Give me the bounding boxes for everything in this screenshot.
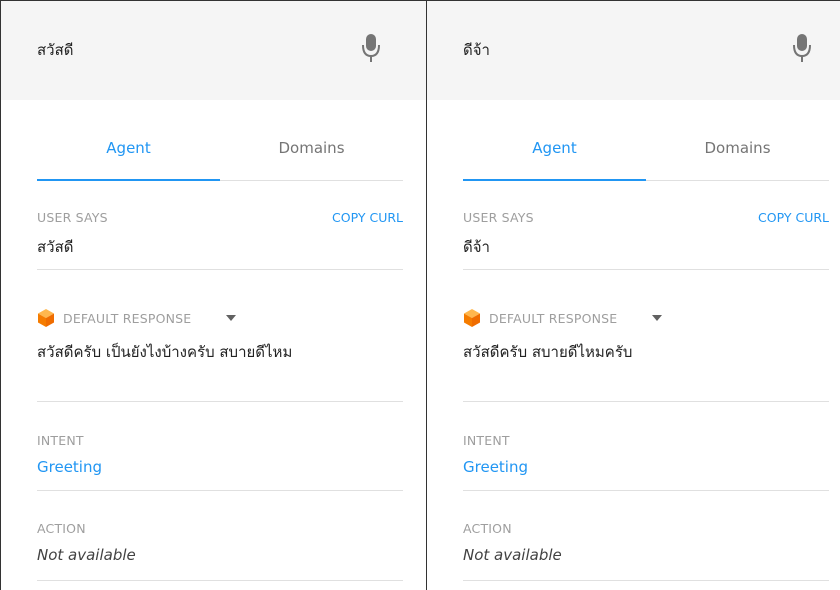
result-tabs: Agent Domains — [37, 127, 403, 181]
tab-domains[interactable]: Domains — [646, 127, 829, 181]
default-response-section: DEFAULT RESPONSE สวัสดีครับ เป็นยังไงบ้า… — [37, 308, 403, 402]
action-value: Not available — [37, 546, 136, 564]
tab-agent[interactable]: Agent — [37, 127, 220, 181]
default-response-label: DEFAULT RESPONSE — [63, 310, 192, 326]
active-tab-indicator — [463, 179, 646, 181]
query-text[interactable]: สวัสดี — [37, 38, 73, 62]
copy-curl-button[interactable]: COPY CURL — [332, 210, 403, 225]
action-label: ACTION — [37, 521, 86, 536]
user-says-text: สวัสดี — [37, 238, 74, 256]
default-response-text: สวัสดีครับ เป็นยังไงบ้างครับ สบายดีไหม — [37, 343, 293, 361]
default-response-text: สวัสดีครับ สบายดีไหมครับ — [463, 343, 633, 361]
orange-cube-icon — [464, 309, 480, 327]
action-section: ACTION Not available — [37, 521, 403, 581]
mic-icon[interactable] — [361, 31, 381, 65]
action-section: ACTION Not available — [463, 521, 829, 581]
query-text[interactable]: ดีจ้า — [463, 38, 490, 62]
caret-down-icon[interactable] — [651, 314, 663, 322]
intent-section: INTENT Greeting — [463, 433, 829, 491]
query-bar[interactable]: สวัสดี — [1, 0, 426, 100]
caret-down-icon[interactable] — [225, 314, 237, 322]
intent-label: INTENT — [37, 433, 84, 448]
test-panel-left: สวัสดี Agent Domains USER SAYS COPY CURL… — [0, 0, 426, 590]
user-says-section: USER SAYS COPY CURL สวัสดี — [37, 210, 403, 270]
query-bar[interactable]: ดีจ้า — [427, 0, 840, 100]
action-label: ACTION — [463, 521, 512, 536]
active-tab-indicator — [37, 179, 220, 181]
intent-link[interactable]: Greeting — [463, 458, 829, 476]
intent-section: INTENT Greeting — [37, 433, 403, 491]
user-says-section: USER SAYS COPY CURL ดีจ้า — [463, 210, 829, 270]
tab-agent[interactable]: Agent — [463, 127, 646, 181]
orange-cube-icon — [38, 309, 54, 327]
tab-domains[interactable]: Domains — [220, 127, 403, 181]
mic-icon[interactable] — [792, 31, 812, 65]
action-value: Not available — [463, 546, 562, 564]
default-response-section: DEFAULT RESPONSE สวัสดีครับ สบายดีไหมครั… — [463, 308, 829, 402]
dialogflow-test-console-comparison: สวัสดี Agent Domains USER SAYS COPY CURL… — [0, 0, 840, 590]
copy-curl-button[interactable]: COPY CURL — [758, 210, 829, 225]
default-response-label: DEFAULT RESPONSE — [489, 310, 618, 326]
intent-link[interactable]: Greeting — [37, 458, 403, 476]
result-tabs: Agent Domains — [463, 127, 829, 181]
user-says-text: ดีจ้า — [463, 238, 490, 256]
test-panel-right: ดีจ้า Agent Domains USER SAYS COPY CURL … — [426, 0, 840, 590]
intent-label: INTENT — [463, 433, 510, 448]
